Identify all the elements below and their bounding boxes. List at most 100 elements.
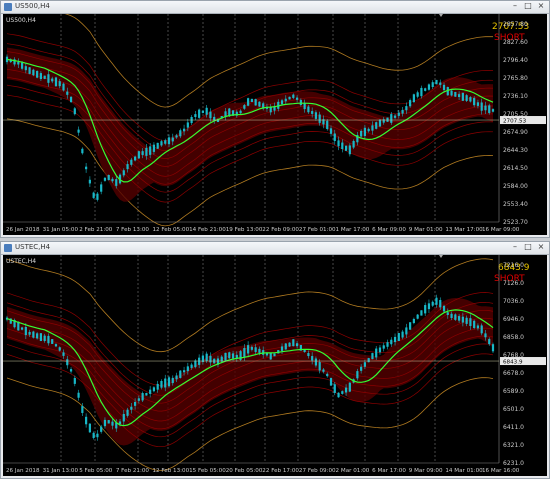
candle xyxy=(81,406,84,413)
candle xyxy=(85,166,88,170)
time-tick-label: 15 Feb 05:00 xyxy=(189,468,226,474)
candle xyxy=(171,377,174,384)
candle xyxy=(39,333,43,341)
price-chart[interactable]: US500,H4 2707.53 SHORT 2857.80 2827.60 279… xyxy=(3,14,547,235)
candle xyxy=(427,303,431,310)
candle xyxy=(480,325,483,334)
time-tick-label: 26 Jan 2018 xyxy=(6,468,40,474)
price-tick-label: 2553.40 xyxy=(503,201,528,208)
maximize-button[interactable]: □ xyxy=(523,2,533,11)
candle xyxy=(194,114,197,118)
candle xyxy=(77,392,80,398)
candle xyxy=(295,97,299,100)
candle xyxy=(292,94,295,98)
candle xyxy=(303,103,306,110)
candle xyxy=(54,77,58,87)
candle xyxy=(303,349,306,353)
price-tick-label: 2765.80 xyxy=(503,75,528,82)
candle xyxy=(149,146,152,155)
candle xyxy=(62,352,65,356)
candle xyxy=(491,344,495,352)
time-tick-label: 1 Mar 17:00 xyxy=(336,227,370,233)
candle xyxy=(126,164,129,170)
candle xyxy=(235,354,238,359)
candle xyxy=(435,79,438,85)
maximize-button[interactable]: □ xyxy=(523,243,533,252)
minimize-button[interactable]: – xyxy=(510,243,520,252)
candle xyxy=(122,413,125,422)
candle xyxy=(307,353,310,357)
chart-window-ustec[interactable]: USTEC,H4 – □ × USTEC,H4 6843.9 SHORT 721… xyxy=(0,241,550,479)
candle xyxy=(54,344,58,347)
candle xyxy=(69,96,73,103)
candle xyxy=(442,305,446,312)
candle xyxy=(348,145,351,155)
candle xyxy=(431,82,434,88)
chart-window-icon xyxy=(4,244,12,252)
candle xyxy=(405,327,408,335)
candle xyxy=(269,352,272,360)
candle xyxy=(420,87,423,97)
candle xyxy=(133,156,137,161)
price-tick-label: 6231.0 xyxy=(503,460,524,467)
candle xyxy=(69,369,73,372)
candle xyxy=(141,151,144,156)
chart-window-icon xyxy=(4,3,12,11)
chart-canvas[interactable]: US500,H4 2707.53 SHORT 2857.802827.60279… xyxy=(3,14,547,235)
candle xyxy=(118,421,122,424)
time-tick-label: 12 Feb 05:00 xyxy=(152,227,189,233)
candle xyxy=(299,99,302,105)
candle xyxy=(386,117,389,122)
candle xyxy=(329,128,333,134)
candle xyxy=(247,345,250,354)
candle xyxy=(401,109,404,114)
close-button[interactable]: × xyxy=(536,243,546,252)
candle xyxy=(473,98,476,106)
time-tick-label: 26 Jan 2018 xyxy=(6,227,40,233)
window-titlebar[interactable]: USTEC,H4 – □ × xyxy=(1,242,549,255)
price-tick-label: 6678.0 xyxy=(503,370,524,377)
candle xyxy=(28,331,31,335)
candle xyxy=(280,346,284,351)
candle xyxy=(484,105,487,111)
chart-window-us500[interactable]: US500,H4 – □ × US500,H4 2707.53 SHORT 28… xyxy=(0,0,550,238)
candle xyxy=(205,353,208,361)
candle xyxy=(397,112,400,116)
time-tick-label: 12 Feb 13:00 xyxy=(152,468,189,474)
candle xyxy=(390,339,393,345)
chart-canvas[interactable]: USTEC,H4 6843.9 SHORT 7216.07126.07036.0… xyxy=(3,255,547,476)
candle xyxy=(337,392,340,398)
candle xyxy=(307,106,310,113)
time-tick-label: 2 Mar 01:00 xyxy=(336,468,370,474)
channel-fill xyxy=(7,298,493,446)
candle xyxy=(51,78,54,82)
window-titlebar[interactable]: US500,H4 – □ × xyxy=(1,1,549,14)
candle xyxy=(250,98,253,102)
candle xyxy=(348,382,351,392)
close-button[interactable]: × xyxy=(536,2,546,11)
candle xyxy=(137,151,140,159)
minimize-button[interactable]: – xyxy=(510,2,520,11)
time-tick-label: 6 Mar 09:00 xyxy=(372,227,406,233)
price-chart[interactable]: USTEC,H4 6843.9 SHORT 7216.0 7126.0 7036.0… xyxy=(3,255,547,476)
candle xyxy=(397,333,400,342)
time-tick-label: 2 Feb 21:00 xyxy=(79,227,113,233)
candle xyxy=(96,433,99,438)
candle xyxy=(469,318,472,326)
candle xyxy=(100,426,103,432)
candle xyxy=(88,179,91,184)
candle xyxy=(341,391,344,394)
candle xyxy=(375,348,378,358)
candle xyxy=(311,111,314,114)
candle xyxy=(254,347,257,352)
candle xyxy=(424,88,427,91)
candle xyxy=(205,107,208,115)
candle xyxy=(442,84,446,91)
candle xyxy=(450,90,453,96)
candle xyxy=(363,127,367,136)
price-tick-label: 6411.0 xyxy=(503,424,524,431)
candle xyxy=(484,333,487,338)
candle xyxy=(412,94,415,103)
time-tick-label: 19 Feb 13:00 xyxy=(226,227,263,233)
price-tick-label: 6858.0 xyxy=(503,334,524,341)
